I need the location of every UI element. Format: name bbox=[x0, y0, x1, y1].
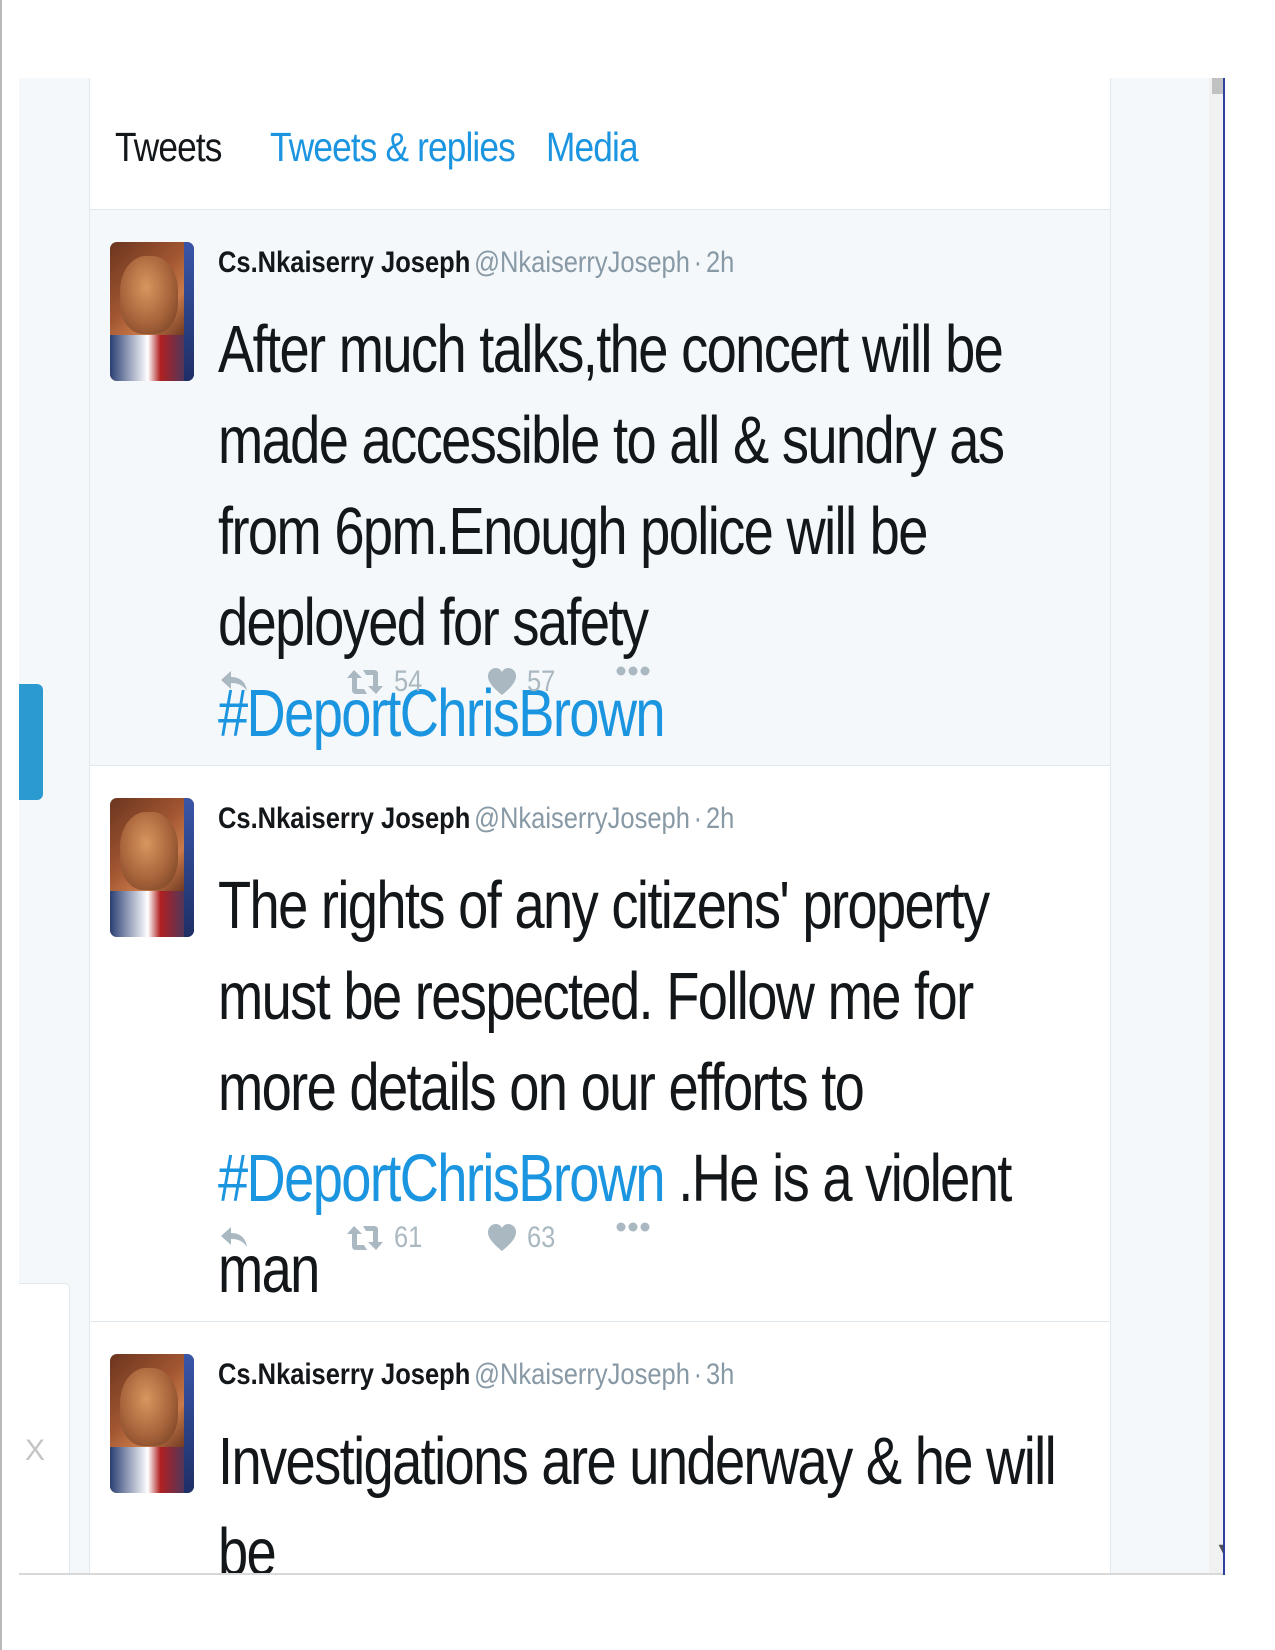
separator-dot: · bbox=[693, 246, 703, 279]
tweet-text-body: The rights of any citizens' property mus… bbox=[218, 868, 990, 1125]
profile-timeline: Tweets Tweets & replies Media Cs.Nkaiser… bbox=[89, 78, 1111, 1573]
more-dots-icon bbox=[616, 1222, 650, 1232]
avatar-stripe bbox=[184, 242, 194, 381]
display-name[interactable]: Cs.Nkaiserry Joseph bbox=[218, 802, 470, 835]
tweet-actions: 61 63 bbox=[218, 1221, 718, 1271]
tab-media[interactable]: Media bbox=[546, 124, 639, 171]
avatar-face bbox=[120, 812, 178, 890]
profile-tabs: Tweets Tweets & replies Media bbox=[90, 78, 1110, 210]
tweet-time[interactable]: 2h bbox=[706, 802, 734, 835]
retweet-button[interactable]: 61 bbox=[346, 1221, 427, 1255]
more-dots-icon bbox=[616, 666, 650, 676]
avatar[interactable] bbox=[110, 798, 194, 937]
tweet-text: Investigations are underway & he will be bbox=[218, 1416, 1069, 1573]
sidebar-card bbox=[19, 1283, 70, 1573]
separator-dot: · bbox=[693, 1358, 703, 1391]
tweet[interactable]: Cs.Nkaiserry Joseph @NkaiserryJoseph · 2… bbox=[90, 210, 1110, 766]
retweet-count: 54 bbox=[394, 665, 423, 698]
avatar-face bbox=[120, 256, 178, 334]
avatar-stripe bbox=[184, 798, 194, 937]
heart-icon bbox=[488, 1224, 516, 1251]
reply-icon bbox=[221, 1227, 247, 1247]
tweet-time[interactable]: 2h bbox=[706, 246, 734, 279]
tweet-header: Cs.Nkaiserry Joseph @NkaiserryJoseph · 2… bbox=[218, 802, 734, 836]
like-button[interactable]: 63 bbox=[487, 1221, 560, 1255]
like-button[interactable]: 57 bbox=[487, 665, 560, 699]
browser-viewport: X Tweets Tweets & replies Media Cs.Nkais… bbox=[19, 78, 1224, 1573]
more-button[interactable] bbox=[616, 665, 650, 677]
tweet[interactable]: Cs.Nkaiserry Joseph @NkaiserryJoseph · 3… bbox=[90, 1322, 1110, 1573]
tweet-header: Cs.Nkaiserry Joseph @NkaiserryJoseph · 3… bbox=[218, 1358, 734, 1392]
reply-icon bbox=[221, 671, 247, 691]
sidebar-blue-button[interactable] bbox=[19, 684, 43, 800]
username[interactable]: @NkaiserryJoseph bbox=[474, 246, 690, 279]
reply-button[interactable] bbox=[218, 1221, 250, 1253]
viewport-right-border bbox=[1223, 78, 1225, 1575]
scrollbar[interactable] bbox=[1209, 78, 1224, 1573]
tweet-text-body: Investigations are underway & he will be bbox=[218, 1424, 1057, 1573]
tweet-header: Cs.Nkaiserry Joseph @NkaiserryJoseph · 2… bbox=[218, 246, 734, 280]
viewport-bottom-border bbox=[19, 1573, 1224, 1575]
retweet-icon bbox=[347, 1226, 383, 1250]
avatar-stripe bbox=[184, 1354, 194, 1493]
close-icon[interactable]: X bbox=[25, 1436, 45, 1466]
username[interactable]: @NkaiserryJoseph bbox=[474, 802, 690, 835]
tweet[interactable]: Cs.Nkaiserry Joseph @NkaiserryJoseph · 2… bbox=[90, 766, 1110, 1322]
like-count: 63 bbox=[527, 1221, 556, 1254]
hashtag-link[interactable]: #DeportChrisBrown bbox=[218, 1141, 666, 1216]
avatar[interactable] bbox=[110, 242, 194, 381]
display-name[interactable]: Cs.Nkaiserry Joseph bbox=[218, 1358, 470, 1391]
tweet-text-body: After much talks,the concert will be mad… bbox=[218, 312, 1005, 660]
username[interactable]: @NkaiserryJoseph bbox=[474, 1358, 690, 1391]
separator-dot: · bbox=[693, 802, 703, 835]
page-left-border bbox=[0, 0, 2, 1650]
like-count: 57 bbox=[527, 665, 556, 698]
avatar-shirt bbox=[110, 891, 194, 937]
tab-tweets-replies[interactable]: Tweets & replies bbox=[270, 124, 516, 171]
avatar-face bbox=[120, 1368, 178, 1446]
reply-button[interactable] bbox=[218, 665, 250, 697]
tab-tweets[interactable]: Tweets bbox=[115, 124, 222, 171]
retweet-button[interactable]: 54 bbox=[346, 665, 427, 699]
display-name[interactable]: Cs.Nkaiserry Joseph bbox=[218, 246, 470, 279]
retweet-icon bbox=[347, 670, 383, 694]
avatar[interactable] bbox=[110, 1354, 194, 1493]
tweet-time[interactable]: 3h bbox=[706, 1358, 734, 1391]
avatar-shirt bbox=[110, 335, 194, 381]
retweet-count: 61 bbox=[394, 1221, 423, 1254]
avatar-shirt bbox=[110, 1447, 194, 1493]
tweet-actions: 54 57 bbox=[218, 665, 718, 715]
heart-icon bbox=[488, 668, 516, 695]
more-button[interactable] bbox=[616, 1221, 650, 1233]
